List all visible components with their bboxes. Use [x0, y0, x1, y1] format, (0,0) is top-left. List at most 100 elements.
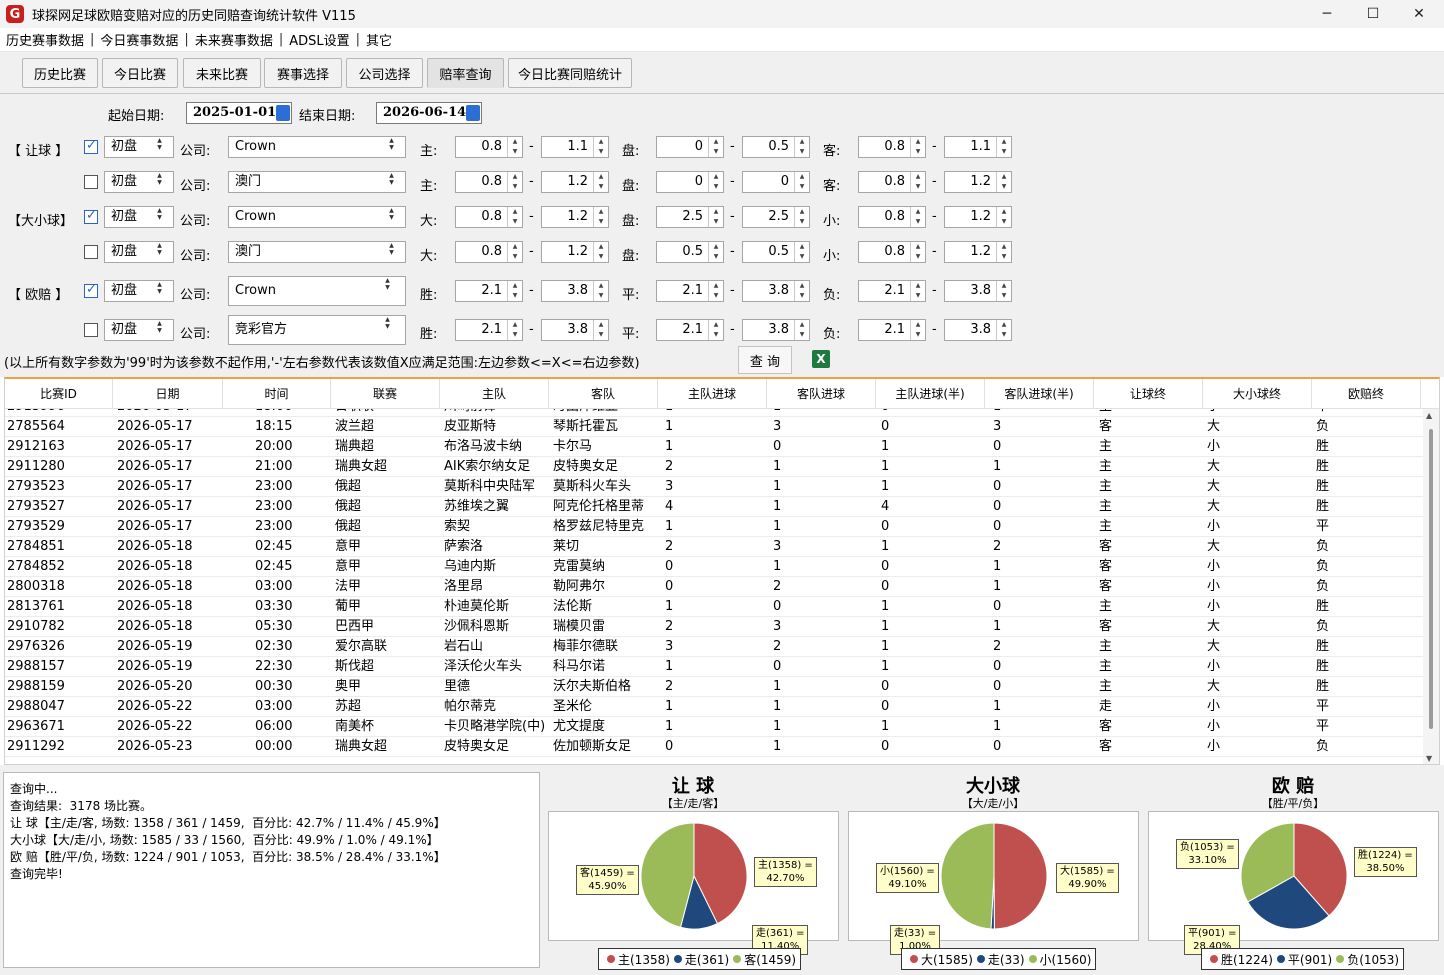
column-header[interactable]: 日期: [113, 379, 223, 409]
spinner-arrows-icon[interactable]: ▲ ▼: [507, 281, 522, 301]
table-row[interactable]: 2784851 2026-05-18 02:45 意甲 萨索洛 莱切 2 3 1 2 客 大 负: [5, 537, 1423, 557]
close-button[interactable]: ✕: [1396, 0, 1442, 28]
column-header[interactable]: 客队进球: [767, 379, 876, 409]
filter-enable-checkbox[interactable]: [84, 208, 98, 224]
table-row[interactable]: 2911292 2026-05-23 00:00 瑞典女超 皮特奥女足 佐加顿斯女足 0 1 0…: [5, 737, 1423, 757]
odds-type-select[interactable]: 初盘 ▲▼: [104, 206, 174, 228]
spinner-arrows-icon[interactable]: ▲ ▼: [996, 172, 1011, 192]
range-min-spinner[interactable]: 0 ▲ ▼: [656, 171, 724, 193]
tab-company-select[interactable]: 公司选择: [346, 58, 423, 88]
end-date-picker[interactable]: 2026-06-14: [376, 102, 482, 124]
menu-today-data[interactable]: 今日赛事数据: [96, 30, 182, 49]
range-min-spinner[interactable]: 0.8 ▲ ▼: [858, 206, 926, 228]
range-min-spinner[interactable]: 0 ▲ ▼: [656, 136, 724, 158]
spinner-arrows-icon[interactable]: ▲ ▼: [910, 320, 925, 340]
spinner-arrows-icon[interactable]: ▲ ▼: [507, 320, 522, 340]
table-row[interactable]: 2910782 2026-05-18 05:30 巴西甲 沙佩科恩斯 瑞模贝雷 2 3 1 1 客 大…: [5, 617, 1423, 637]
table-row[interactable]: 2800318 2026-05-18 03:00 法甲 洛里昂 勒阿弗尔 0 2 0 1 客 小 负: [5, 577, 1423, 597]
minimize-button[interactable]: ─: [1304, 0, 1350, 28]
range-min-spinner[interactable]: 2.1 ▲ ▼: [455, 280, 523, 302]
company-select[interactable]: Crown ▲▼: [228, 206, 406, 228]
column-header[interactable]: 主队: [440, 379, 549, 409]
range-max-spinner[interactable]: 3.8 ▲ ▼: [944, 319, 1012, 341]
column-header[interactable]: 欧赔终: [1312, 379, 1421, 409]
tab-today-same-odds-stats[interactable]: 今日比赛同赔统计: [508, 58, 632, 88]
spinner-arrows-icon[interactable]: ▲ ▼: [708, 242, 723, 262]
table-row[interactable]: 2785564 2026-05-17 18:15 波兰超 皮亚斯特 琴斯托霍瓦 1 3 0 3 客 大…: [5, 417, 1423, 437]
menu-other[interactable]: 其它: [362, 30, 396, 49]
company-select[interactable]: Crown ▲▼: [228, 136, 406, 158]
spinner-arrows-icon[interactable]: ▲ ▼: [794, 207, 809, 227]
spinner-arrows-icon[interactable]: ▲ ▼: [910, 242, 925, 262]
spinner-arrows-icon[interactable]: ▲ ▼: [996, 137, 1011, 157]
excel-export-icon[interactable]: X: [812, 350, 830, 368]
range-min-spinner[interactable]: 2.1 ▲ ▼: [656, 280, 724, 302]
filter-enable-checkbox[interactable]: [84, 175, 98, 189]
spinner-arrows-icon[interactable]: ▲ ▼: [794, 281, 809, 301]
table-row[interactable]: 2963671 2026-05-22 06:00 南美杯 卡贝略港学院(中) 尤文提度 1 1…: [5, 717, 1423, 737]
range-max-spinner[interactable]: 0.5 ▲ ▼: [742, 136, 810, 158]
company-select[interactable]: 竞彩官方 ▲▼: [228, 315, 406, 345]
range-max-spinner[interactable]: 1.2 ▲ ▼: [541, 171, 609, 193]
spinner-arrows-icon[interactable]: ▲ ▼: [708, 320, 723, 340]
column-header[interactable]: 联赛: [331, 379, 440, 409]
column-header[interactable]: 主队进球(半): [876, 379, 985, 409]
spinner-arrows-icon[interactable]: ▲ ▼: [507, 137, 522, 157]
column-header[interactable]: 客队进球(半): [985, 379, 1094, 409]
odds-type-select[interactable]: 初盘 ▲▼: [104, 241, 174, 263]
spinner-arrows-icon[interactable]: ▲ ▼: [996, 281, 1011, 301]
spinner-arrows-icon[interactable]: ▲ ▼: [593, 207, 608, 227]
range-min-spinner[interactable]: 2.1 ▲ ▼: [656, 319, 724, 341]
spinner-arrows-icon[interactable]: ▲ ▼: [708, 281, 723, 301]
column-header[interactable]: 客队: [549, 379, 658, 409]
range-max-spinner[interactable]: 1.2 ▲ ▼: [944, 171, 1012, 193]
range-max-spinner[interactable]: 0 ▲ ▼: [742, 171, 810, 193]
table-row[interactable]: 2813761 2026-05-18 03:30 葡甲 朴迪莫伦斯 法伦斯 1 0 1 0 主 小 胜: [5, 597, 1423, 617]
query-button[interactable]: 查 询: [738, 346, 792, 374]
scroll-down-icon[interactable]: ▼: [1426, 754, 1432, 763]
vertical-scrollbar[interactable]: ▲ ▼: [1423, 409, 1439, 764]
menu-adsl-settings[interactable]: ADSL设置: [285, 30, 353, 49]
range-max-spinner[interactable]: 1.2 ▲ ▼: [944, 241, 1012, 263]
spinner-arrows-icon[interactable]: ▲ ▼: [507, 172, 522, 192]
tab-future-matches[interactable]: 未来比赛: [183, 58, 261, 88]
range-max-spinner[interactable]: 1.2 ▲ ▼: [541, 206, 609, 228]
company-select[interactable]: 澳门 ▲▼: [228, 241, 406, 263]
spinner-arrows-icon[interactable]: ▲ ▼: [996, 242, 1011, 262]
column-header[interactable]: 时间: [223, 379, 331, 409]
range-max-spinner[interactable]: 1.1 ▲ ▼: [541, 136, 609, 158]
odds-type-select[interactable]: 初盘 ▲▼: [104, 136, 174, 158]
column-header[interactable]: 主队进球: [658, 379, 767, 409]
menu-future-data[interactable]: 未来赛事数据: [191, 30, 277, 49]
spinner-arrows-icon[interactable]: ▲ ▼: [996, 320, 1011, 340]
spinner-arrows-icon[interactable]: ▲ ▼: [910, 172, 925, 192]
table-row[interactable]: 2912163 2026-05-17 20:00 瑞典超 布洛马波卡纳 卡尔马 1 0 1 0 主 小…: [5, 437, 1423, 457]
range-max-spinner[interactable]: 1.2 ▲ ▼: [944, 206, 1012, 228]
filter-enable-checkbox[interactable]: [84, 282, 98, 298]
odds-type-select[interactable]: 初盘 ▲▼: [104, 280, 174, 302]
table-row[interactable]: 2793529 2026-05-17 23:00 俄超 索契 格罗兹尼特里克 1 1 0 0 主 小 平: [5, 517, 1423, 537]
range-min-spinner[interactable]: 2.1 ▲ ▼: [858, 319, 926, 341]
range-max-spinner[interactable]: 3.8 ▲ ▼: [541, 280, 609, 302]
range-min-spinner[interactable]: 0.8 ▲ ▼: [858, 241, 926, 263]
company-select[interactable]: 澳门 ▲▼: [228, 171, 406, 193]
table-row[interactable]: 2784852 2026-05-18 02:45 意甲 乌迪内斯 克雷莫纳 0 1 0 1 客 小 负: [5, 557, 1423, 577]
spinner-arrows-icon[interactable]: ▲ ▼: [910, 281, 925, 301]
menu-history-data[interactable]: 历史赛事数据: [2, 30, 88, 49]
spinner-arrows-icon[interactable]: ▲ ▼: [593, 242, 608, 262]
spinner-arrows-icon[interactable]: ▲ ▼: [708, 172, 723, 192]
table-row[interactable]: 2793527 2026-05-17 23:00 俄超 苏维埃之翼 阿克伦托格里蒂 4 1 4 0…: [5, 497, 1423, 517]
start-date-picker[interactable]: 2025-01-01: [186, 102, 292, 124]
table-row[interactable]: 2988159 2026-05-20 00:30 奥甲 里德 沃尔夫斯伯格 2 1 0 0 主 大 胜: [5, 677, 1423, 697]
range-max-spinner[interactable]: 3.8 ▲ ▼: [742, 280, 810, 302]
spinner-arrows-icon[interactable]: ▲ ▼: [507, 207, 522, 227]
range-max-spinner[interactable]: 1.1 ▲ ▼: [944, 136, 1012, 158]
range-min-spinner[interactable]: 0.8 ▲ ▼: [455, 136, 523, 158]
filter-enable-checkbox[interactable]: [84, 245, 98, 259]
range-min-spinner[interactable]: 0.8 ▲ ▼: [455, 171, 523, 193]
range-max-spinner[interactable]: 3.8 ▲ ▼: [944, 280, 1012, 302]
spinner-arrows-icon[interactable]: ▲ ▼: [794, 137, 809, 157]
spinner-arrows-icon[interactable]: ▲ ▼: [910, 137, 925, 157]
range-max-spinner[interactable]: 2.5 ▲ ▼: [742, 206, 810, 228]
table-row[interactable]: 2911280 2026-05-17 21:00 瑞典女超 AIK索尔纳女足 皮特奥女足 2…: [5, 457, 1423, 477]
